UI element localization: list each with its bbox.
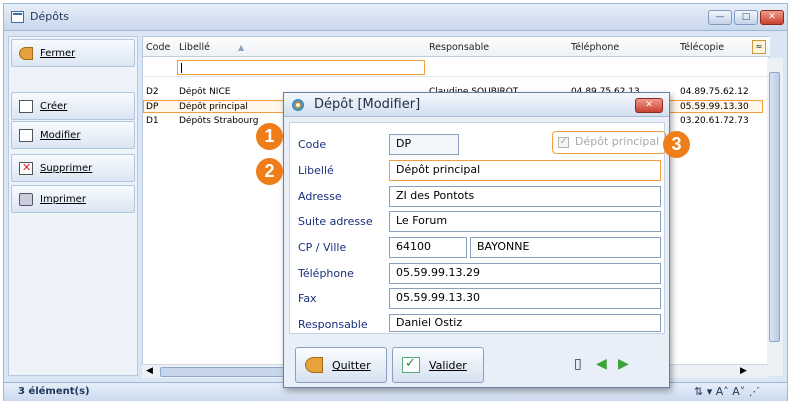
scroll-left-icon[interactable]: ◀: [146, 366, 153, 376]
title-bar: Dépôts — □ ✕: [4, 4, 787, 31]
dialog-close-button[interactable]: ✕: [635, 98, 663, 113]
scroll-right-icon[interactable]: ▶: [740, 366, 747, 376]
dialog-title: Dépôt [Modifier]: [314, 97, 421, 112]
telephone-field[interactable]: 05.59.99.13.29: [389, 263, 661, 284]
dialog-app-icon: [292, 99, 304, 111]
column-header-telephone[interactable]: Téléphone: [571, 42, 619, 53]
delete-icon: [19, 161, 33, 175]
exit-door-icon: [305, 357, 323, 373]
printer-icon: [19, 193, 33, 206]
depot-edit-dialog: Dépôt [Modifier] ✕ Code DP ✓ Dépôt princ…: [283, 92, 670, 388]
suite-adresse-label: Suite adresse: [298, 215, 373, 228]
responsable-label: Responsable: [298, 318, 368, 331]
quit-button[interactable]: Quitter: [295, 347, 387, 383]
table-header: Code Libellé ▲ Responsable Téléphone Tél…: [143, 37, 770, 57]
depot-principal-checkbox[interactable]: ✓ Dépôt principal: [552, 131, 666, 154]
column-chooser-icon[interactable]: ≈: [752, 40, 766, 54]
edit-document-icon: [19, 129, 33, 142]
window-close-button[interactable]: ✕: [760, 10, 784, 25]
cell-telecopie: 04.89.75.62.12: [680, 87, 749, 97]
filter-row: [143, 58, 770, 77]
depot-principal-label: Dépôt principal: [575, 135, 660, 148]
cell-libelle: Dépôt principal: [179, 102, 248, 112]
window-app-icon: [11, 11, 24, 23]
hscroll-thumb[interactable]: [160, 367, 290, 377]
cp-ville-label: CP / Ville: [298, 241, 347, 254]
callout-badge-2: 2: [256, 158, 283, 185]
quit-button-label: Quitter: [332, 359, 371, 372]
sidebar-item-label: Imprimer: [40, 194, 86, 205]
cell-code: D1: [146, 116, 159, 126]
sidebar-item-modifier[interactable]: Modifier: [11, 121, 135, 149]
sort-ascending-icon: ▲: [238, 43, 245, 52]
previous-record-icon[interactable]: ◀: [596, 357, 607, 371]
ville-field[interactable]: BAYONNE: [470, 237, 661, 258]
cell-telecopie: 03.20.61.72.73: [680, 116, 749, 126]
text-caret: [181, 63, 182, 73]
adresse-field[interactable]: ZI des Pontots: [389, 186, 661, 207]
cell-code: D2: [146, 87, 159, 97]
sidebar-item-label: Modifier: [40, 130, 81, 141]
libelle-filter-input[interactable]: [177, 60, 425, 75]
column-header-libelle[interactable]: Libellé: [179, 42, 210, 53]
dialog-title-bar: Dépôt [Modifier] ✕: [284, 93, 669, 117]
telephone-label: Téléphone: [298, 267, 354, 280]
callout-badge-3: 3: [663, 131, 690, 158]
sidebar-item-imprimer[interactable]: Imprimer: [11, 185, 135, 213]
libelle-field[interactable]: Dépôt principal: [389, 160, 661, 181]
sidebar-item-label: Créer: [40, 101, 68, 112]
sidebar-item-label: Fermer: [40, 48, 76, 59]
sidebar-item-fermer[interactable]: Fermer: [11, 39, 135, 67]
dialog-form: Code DP ✓ Dépôt principal Libellé Dépôt …: [289, 122, 666, 334]
next-record-icon[interactable]: ▶: [618, 357, 629, 371]
column-header-telecopie[interactable]: Télécopie: [680, 42, 724, 53]
validate-check-icon: [402, 356, 420, 373]
action-sidebar: Fermer Créer Modifier Supprimer Imprimer: [8, 36, 138, 376]
status-tools[interactable]: ⇅ ▾ A˄ A˅ ⋰: [694, 385, 760, 398]
vertical-scrollbar[interactable]: [767, 58, 783, 376]
new-document-icon: [19, 100, 33, 113]
responsable-field[interactable]: Daniel Ostiz: [389, 314, 661, 332]
validate-button[interactable]: Valider: [392, 347, 484, 383]
document-icon[interactable]: ▯: [574, 357, 582, 371]
window-title: Dépôts: [30, 10, 69, 23]
validate-button-label: Valider: [429, 359, 467, 372]
cp-field[interactable]: 64100: [389, 237, 467, 258]
minimize-button[interactable]: —: [708, 10, 732, 25]
suite-adresse-field[interactable]: Le Forum: [389, 211, 661, 232]
libelle-label: Libellé: [298, 164, 334, 177]
callout-badge-1: 1: [256, 123, 283, 150]
sidebar-item-label: Supprimer: [40, 163, 93, 174]
column-header-responsable[interactable]: Responsable: [429, 42, 489, 53]
cell-libelle: Dépôt NICE: [179, 87, 231, 97]
fax-label: Fax: [298, 292, 317, 305]
cell-telecopie: 05.59.99.13.30: [680, 102, 749, 112]
fax-field[interactable]: 05.59.99.13.30: [389, 288, 661, 309]
code-label: Code: [298, 138, 327, 151]
exit-door-icon: [19, 47, 33, 60]
adresse-label: Adresse: [298, 190, 342, 203]
sidebar-item-supprimer[interactable]: Supprimer: [11, 154, 135, 182]
code-field[interactable]: DP: [389, 134, 459, 155]
record-count: 3 élément(s): [18, 386, 90, 397]
scrollbar-thumb[interactable]: [769, 72, 780, 342]
sidebar-item-creer[interactable]: Créer: [11, 92, 135, 120]
cell-code: DP: [146, 102, 159, 112]
column-header-code[interactable]: Code: [146, 42, 170, 53]
checkbox-check-icon: ✓: [558, 137, 569, 148]
maximize-button[interactable]: □: [734, 10, 758, 25]
